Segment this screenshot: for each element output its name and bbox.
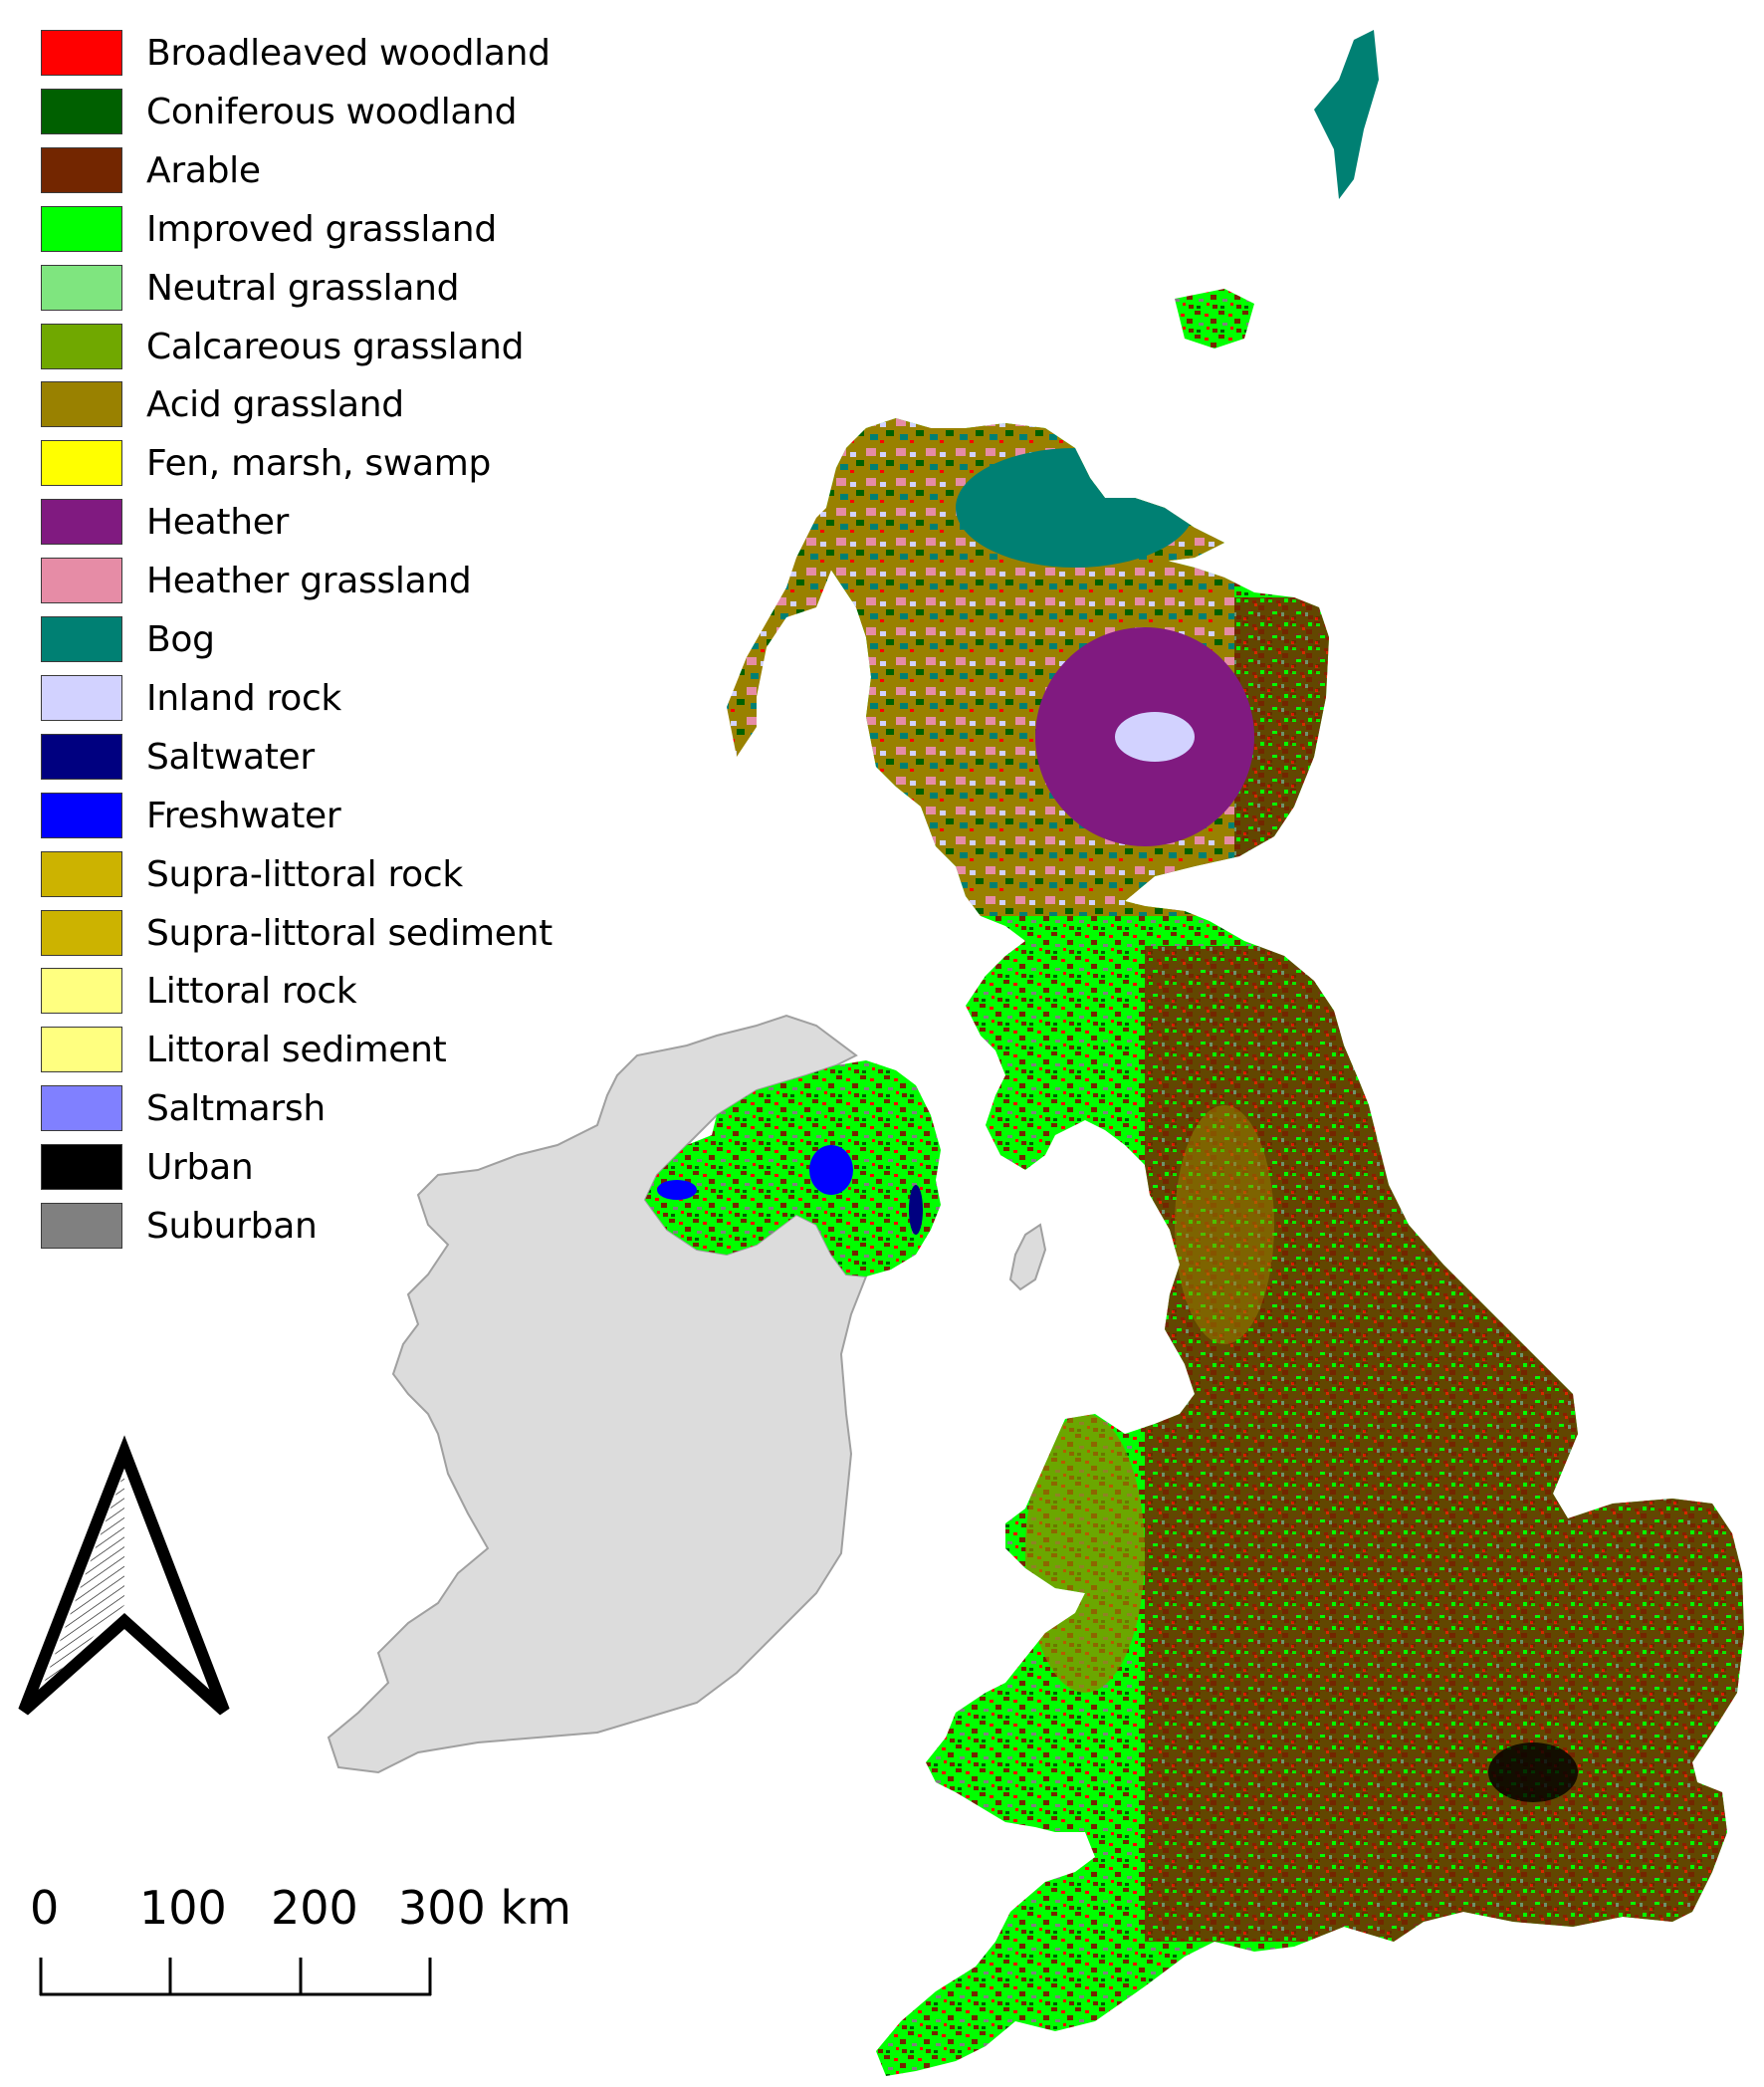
legend-item: Calcareous grassland xyxy=(41,323,598,371)
legend-label: Fen, marsh, swamp xyxy=(146,443,492,485)
legend-item: Arable xyxy=(41,146,598,195)
legend-swatch xyxy=(41,674,122,721)
legend-swatch xyxy=(41,616,122,662)
legend-item: Supra-littoral rock xyxy=(41,850,598,899)
legend-item: Saltwater xyxy=(41,733,598,782)
legend-label: Arable xyxy=(146,149,261,191)
legend-item: Coniferous woodland xyxy=(41,88,598,136)
legend-item: Neutral grassland xyxy=(41,264,598,313)
legend-label: Supra-littoral sediment xyxy=(146,912,552,954)
zone-arable-east xyxy=(1145,946,1744,1942)
legend-swatch xyxy=(41,909,122,956)
legend-item: Improved grassland xyxy=(41,205,598,254)
legend-item: Acid grassland xyxy=(41,381,598,429)
scale-label-200: 200 xyxy=(271,1881,358,1935)
scale-unit: km xyxy=(500,1881,571,1935)
zone-pennines xyxy=(1175,1105,1274,1344)
legend-swatch xyxy=(41,968,122,1015)
legend-label: Improved grassland xyxy=(146,208,497,250)
legend-label: Urban xyxy=(146,1147,254,1189)
scale-label-300: 300 km xyxy=(398,1885,571,1931)
legend-label: Saltwater xyxy=(146,736,315,778)
legend-swatch xyxy=(41,440,122,487)
legend-label: Neutral grassland xyxy=(146,267,460,309)
legend-swatch xyxy=(41,1144,122,1191)
legend-swatch xyxy=(41,733,122,780)
legend-item: Freshwater xyxy=(41,792,598,840)
great-britain-land-cover xyxy=(816,418,1744,2076)
legend-label: Coniferous woodland xyxy=(146,91,518,132)
legend-label: Littoral rock xyxy=(146,971,357,1013)
legend-item: Bog xyxy=(41,616,598,664)
legend-item: Urban xyxy=(41,1144,598,1192)
scale-label-0: 0 xyxy=(30,1881,60,1935)
legend-item: Saltmarsh xyxy=(41,1085,598,1133)
legend-item: Inland rock xyxy=(41,674,598,723)
legend-swatch xyxy=(41,264,122,311)
scale-label-100: 100 xyxy=(139,1881,227,1935)
legend-swatch xyxy=(41,1027,122,1073)
zone-bog-north xyxy=(956,448,1195,568)
legend-label: Bog xyxy=(146,619,215,660)
legend-swatch xyxy=(41,558,122,604)
lough-erne xyxy=(657,1180,697,1200)
legend-label: Saltmarsh xyxy=(146,1088,326,1130)
scale-label-300-value: 300 xyxy=(398,1881,486,1935)
legend-label: Broadleaved woodland xyxy=(146,33,551,74)
legend-swatch xyxy=(41,323,122,369)
legend-label: Suburban xyxy=(146,1206,318,1247)
legend-swatch xyxy=(41,30,122,76)
legend-item: Suburban xyxy=(41,1203,598,1251)
legend-swatch xyxy=(41,1203,122,1249)
legend-item: Heather xyxy=(41,499,598,547)
north-arrow-icon xyxy=(18,1435,230,1716)
legend-swatch xyxy=(41,146,122,193)
legend-label: Calcareous grassland xyxy=(146,326,525,367)
legend-label: Heather xyxy=(146,502,290,544)
legend-label: Littoral sediment xyxy=(146,1030,447,1071)
strangford-lough xyxy=(909,1185,923,1235)
legend-swatch xyxy=(41,1085,122,1132)
legend-swatch xyxy=(41,792,122,838)
scale-bar xyxy=(39,1958,432,1996)
isle-of-man xyxy=(1008,1223,1047,1291)
legend-swatch xyxy=(41,205,122,252)
legend-item: Heather grassland xyxy=(41,558,598,605)
legend-label: Acid grassland xyxy=(146,384,404,426)
legend-swatch xyxy=(41,381,122,428)
legend-swatch xyxy=(41,499,122,546)
legend-swatch xyxy=(41,850,122,897)
legend-item: Broadleaved woodland xyxy=(41,30,598,78)
legend-item: Supra-littoral sediment xyxy=(41,909,598,958)
legend-label: Freshwater xyxy=(146,795,341,836)
zone-london-urban xyxy=(1488,1742,1578,1802)
legend-item: Fen, marsh, swamp xyxy=(41,440,598,488)
legend-swatch xyxy=(41,88,122,134)
legend-label: Inland rock xyxy=(146,677,341,719)
zone-inland-rock xyxy=(1115,712,1195,762)
orkney xyxy=(1175,289,1254,348)
legend-label: Heather grassland xyxy=(146,561,472,602)
lough-neagh xyxy=(809,1145,853,1195)
zone-wales-uplands xyxy=(1025,1414,1145,1693)
legend-item: Littoral sediment xyxy=(41,1027,598,1074)
legend-item: Littoral rock xyxy=(41,968,598,1016)
legend-label: Supra-littoral rock xyxy=(146,853,463,895)
shetland xyxy=(1314,30,1379,199)
